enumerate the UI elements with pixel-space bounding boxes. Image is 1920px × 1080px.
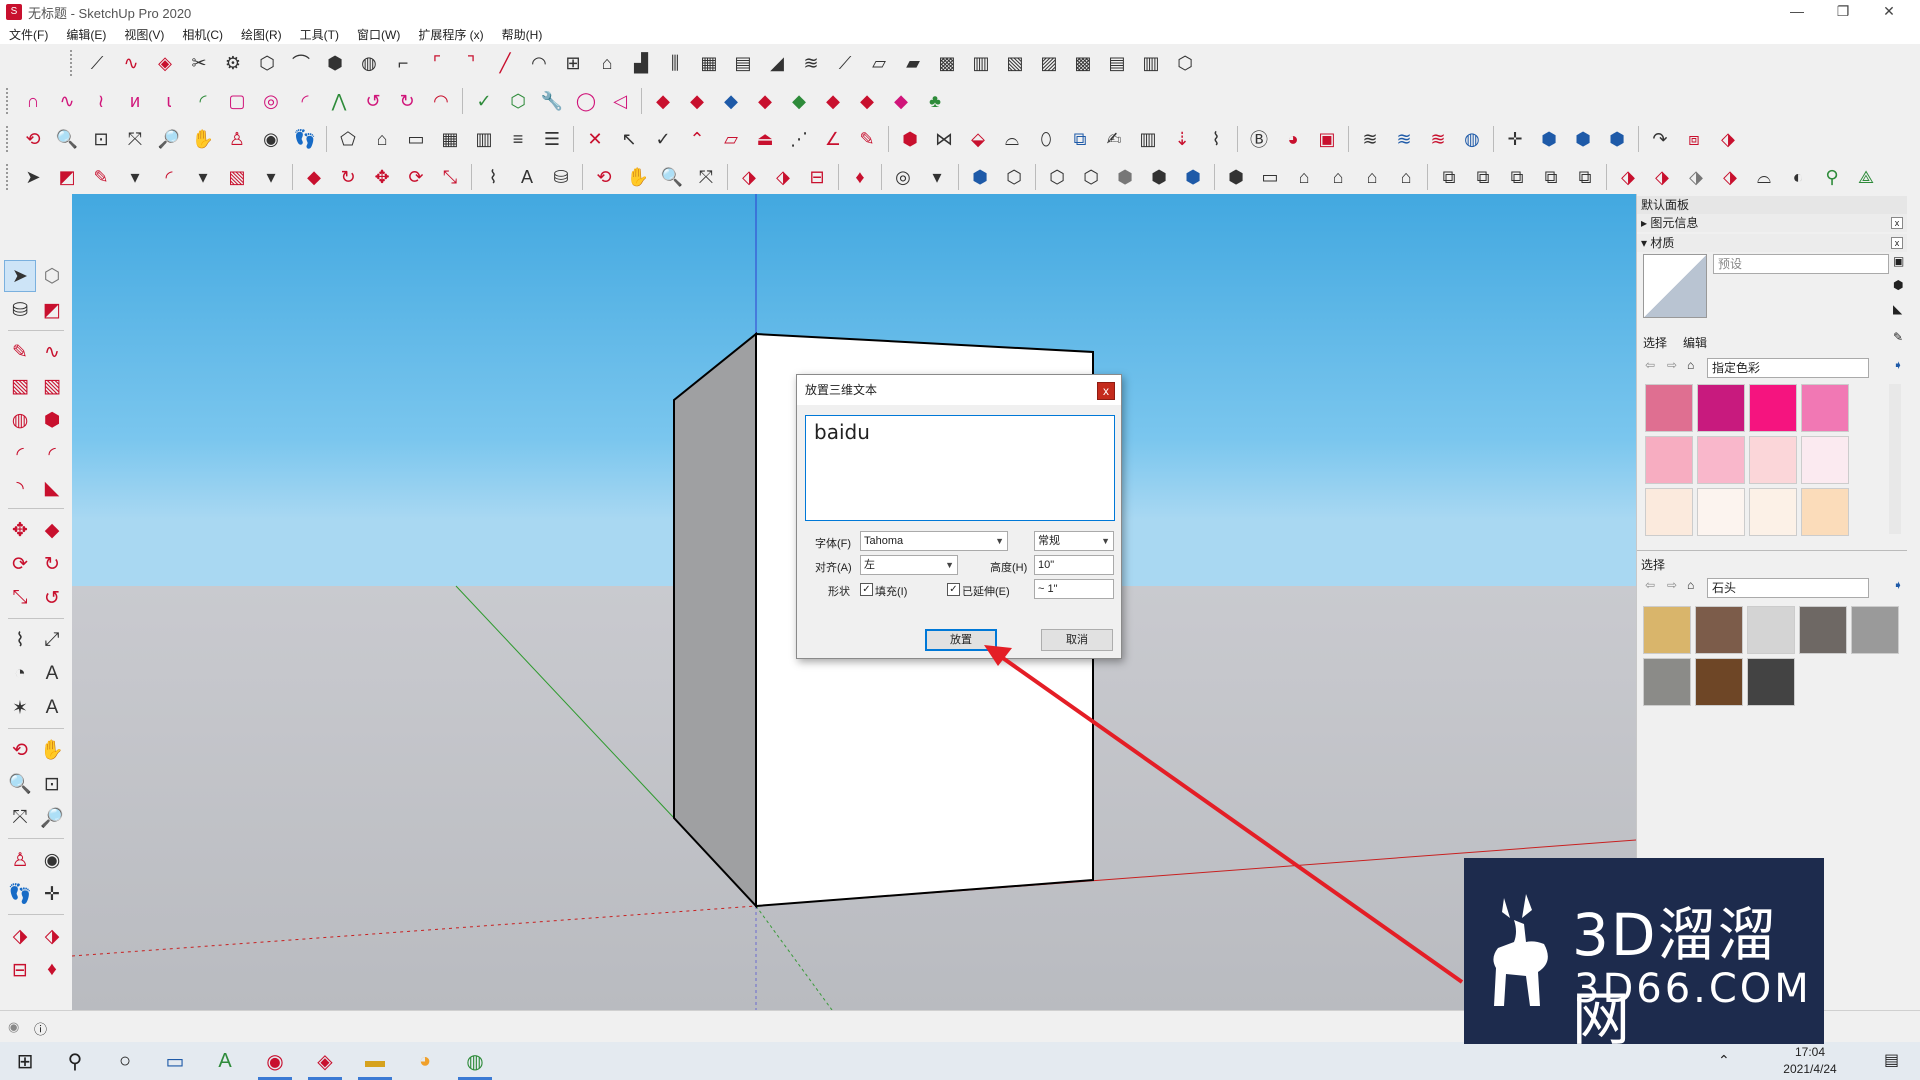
- forward-arrow-icon[interactable]: ⇨: [1667, 358, 1677, 372]
- display-toggle-icon[interactable]: ▣: [1893, 254, 1904, 268]
- collection-select[interactable]: 指定色彩: [1707, 358, 1869, 378]
- task-view-icon[interactable]: ○: [100, 1042, 150, 1080]
- create-material-icon[interactable]: ⬢: [1893, 278, 1903, 292]
- secondary-select-label: 选择: [1641, 558, 1666, 572]
- color-swatch[interactable]: [1749, 384, 1797, 432]
- details-arrow-icon[interactable]: ➧: [1893, 358, 1903, 372]
- details-arrow-icon[interactable]: ➧: [1893, 578, 1903, 592]
- stone-collection-select[interactable]: 石头: [1707, 578, 1869, 598]
- tray-title: 默认面板: [1637, 196, 1907, 214]
- swatch-scrollbar[interactable]: [1889, 384, 1901, 534]
- deer-logo: [1493, 894, 1548, 1006]
- app-orange-icon[interactable]: ◕: [400, 1042, 450, 1080]
- tab-select[interactable]: 选择: [1643, 334, 1667, 351]
- app-green-icon[interactable]: ◍: [450, 1042, 500, 1080]
- forward-arrow-icon[interactable]: ⇨: [1667, 578, 1677, 592]
- start-icon[interactable]: ⊞: [0, 1042, 50, 1080]
- entity-info-header[interactable]: ▸ 图元信息 x: [1637, 214, 1907, 232]
- color-swatch[interactable]: [1749, 436, 1797, 484]
- stone-swatch[interactable]: [1799, 606, 1847, 654]
- sketchup-taskbar-icon[interactable]: ◈: [300, 1042, 350, 1080]
- color-swatch[interactable]: [1801, 436, 1849, 484]
- stone-swatch[interactable]: [1643, 606, 1691, 654]
- tab-edit[interactable]: 编辑: [1683, 334, 1707, 351]
- search-icon[interactable]: ⚲: [50, 1042, 100, 1080]
- chrome-icon[interactable]: ◉: [250, 1042, 300, 1080]
- color-swatch[interactable]: [1801, 384, 1849, 432]
- file-explorer-icon[interactable]: ▬: [350, 1042, 400, 1080]
- color-swatch[interactable]: [1645, 436, 1693, 484]
- stone-swatch[interactable]: [1695, 658, 1743, 706]
- back-arrow-icon[interactable]: ⇦: [1645, 578, 1655, 592]
- color-swatch[interactable]: [1645, 384, 1693, 432]
- back-arrow-icon[interactable]: ⇦: [1645, 358, 1655, 372]
- info-icon[interactable]: ⓘ: [34, 1019, 47, 1038]
- stone-swatch[interactable]: [1643, 658, 1691, 706]
- stone-swatch[interactable]: [1695, 606, 1743, 654]
- close-icon[interactable]: x: [1891, 217, 1903, 229]
- color-swatch[interactable]: [1801, 488, 1849, 536]
- material-name-field[interactable]: 预设: [1713, 254, 1889, 274]
- eyedropper-icon[interactable]: ✎: [1893, 330, 1903, 344]
- color-swatch[interactable]: [1749, 488, 1797, 536]
- stone-swatch[interactable]: [1747, 658, 1795, 706]
- default-material-icon[interactable]: ◣: [1893, 302, 1902, 316]
- notification-icon[interactable]: ▤: [1884, 1050, 1899, 1070]
- home-icon[interactable]: ⌂: [1687, 358, 1694, 372]
- color-swatch[interactable]: [1697, 384, 1745, 432]
- color-swatch[interactable]: [1697, 488, 1745, 536]
- geo-location-icon[interactable]: ◉: [8, 1019, 19, 1035]
- sketchup-window: S 无标题 - SketchUp Pro 2020 — ❐ ✕ 文件(F) 编辑…: [0, 0, 1920, 1080]
- color-swatch[interactable]: [1645, 488, 1693, 536]
- watermark-url: 3D66.COM: [1574, 966, 1812, 1012]
- app-ai-icon[interactable]: A: [200, 1042, 250, 1080]
- home-icon[interactable]: ⌂: [1687, 578, 1694, 592]
- color-swatch[interactable]: [1697, 436, 1745, 484]
- stone-swatch[interactable]: [1747, 606, 1795, 654]
- material-preview: [1643, 254, 1707, 318]
- computer-icon[interactable]: ▭: [150, 1042, 200, 1080]
- stone-swatch[interactable]: [1851, 606, 1899, 654]
- watermark: 3D溜溜网 3D66.COM: [1464, 858, 1824, 1053]
- close-icon[interactable]: x: [1891, 237, 1903, 249]
- materials-header[interactable]: ▾ 材质 x: [1637, 234, 1907, 252]
